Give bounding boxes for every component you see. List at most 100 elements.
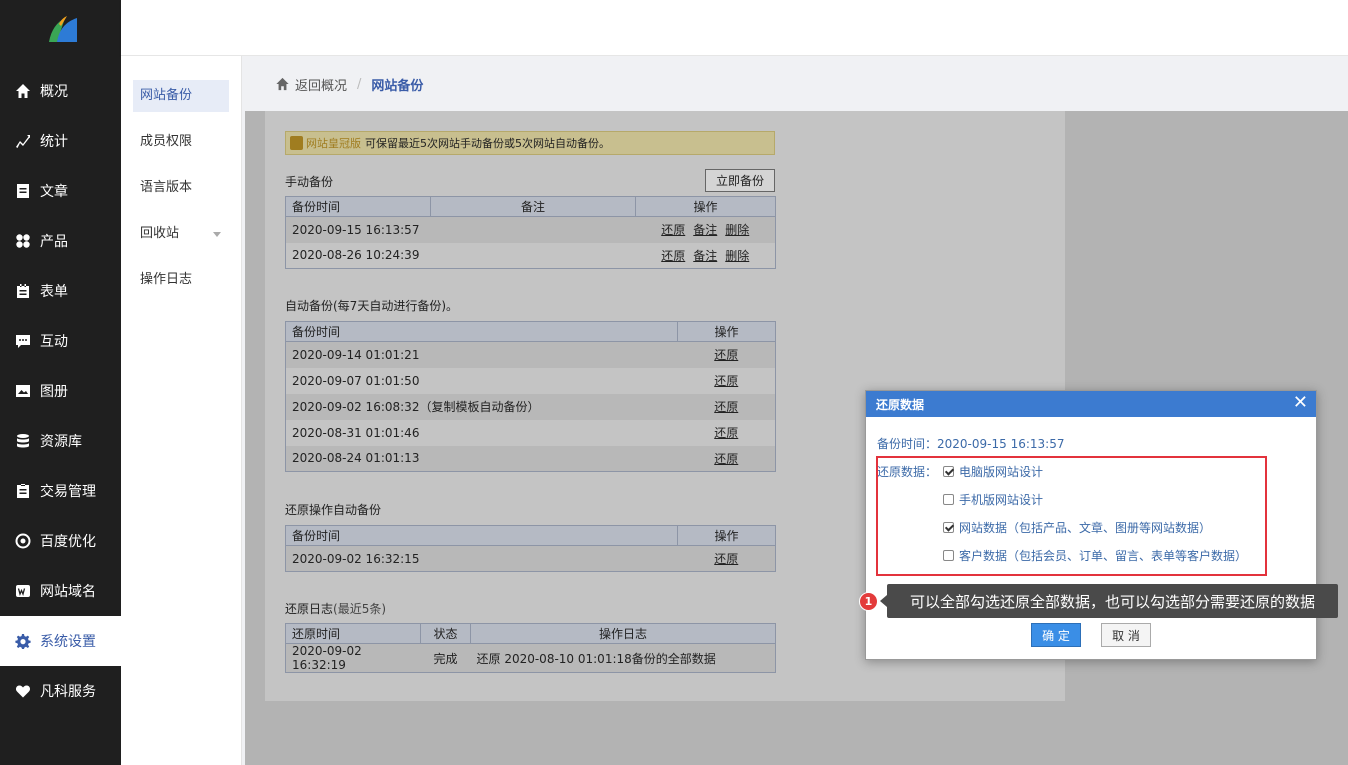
table-row: 2020-08-26 10:24:39 还原 备注 删除	[286, 243, 776, 269]
restore-link[interactable]: 还原	[714, 348, 738, 362]
table-row: 2020-09-02 16:32:19 完成 还原 2020-08-10 01:…	[285, 643, 776, 673]
back-label: 返回概况	[295, 78, 348, 94]
nav-item-label: 产品	[40, 234, 68, 250]
backup-now-button[interactable]: 立即备份	[705, 169, 775, 192]
restore-log-text: 还原 2020-08-10 01:01:18备份的全部数据	[470, 643, 776, 673]
manual-backup-title: 手动备份	[285, 175, 334, 189]
restore-link[interactable]: 还原	[714, 552, 738, 566]
nav-item-label: 图册	[40, 384, 68, 400]
breadcrumb-separator: /	[357, 76, 362, 92]
subnav-item-backup[interactable]: 网站备份	[133, 80, 229, 112]
main-nav: 概况 统计 文章 产品 表单 互动 图册 资源库 交易管理 百度优化 网站域名	[0, 0, 121, 765]
nav-item-label: 凡科服务	[40, 684, 96, 700]
nav-item-label: 概况	[40, 84, 68, 100]
nav-item-form[interactable]: 表单	[0, 266, 121, 316]
cancel-button[interactable]: 取 消	[1101, 623, 1151, 647]
subnav-label: 网站备份	[140, 88, 193, 103]
col-header: 备份时间	[285, 321, 678, 342]
restore-link[interactable]: 还原	[661, 223, 685, 237]
nav-item-stats[interactable]: 统计	[0, 116, 121, 166]
form-icon	[14, 282, 32, 300]
col-header: 备份时间	[285, 196, 431, 217]
restore-auto-title: 还原操作自动备份	[285, 503, 382, 517]
subnav-label: 回收站	[140, 226, 180, 241]
backup-time-value: 2020-09-15 16:13:57	[937, 437, 1065, 451]
vip-notice: 网站皇冠版 可保留最近5次网站手动备份或5次网站自动备份。	[285, 131, 775, 155]
dialog-header: 还原数据 ✕	[866, 391, 1316, 417]
col-header: 操作	[635, 196, 776, 217]
restore-link[interactable]: 还原	[714, 374, 738, 388]
back-link[interactable]: 返回概况	[275, 75, 347, 94]
table-row: 2020-08-31 01:01:46 还原	[286, 420, 776, 446]
restore-log-title-main: 还原日志	[285, 602, 334, 616]
subnav-item-language[interactable]: 语言版本	[133, 172, 229, 204]
backup-time: 2020-08-31 01:01:46	[292, 425, 420, 440]
album-icon	[14, 382, 32, 400]
nav-item-label: 百度优化	[40, 534, 96, 550]
trade-icon	[14, 482, 32, 500]
home-icon	[276, 77, 289, 91]
manual-backup-table: 备份时间 备注 操作 2020-09-15 16:13:57 还原 备注 删除 20…	[285, 196, 776, 269]
highlight-box	[876, 456, 1267, 576]
seo-icon	[14, 532, 32, 550]
nav-item-product[interactable]: 产品	[0, 216, 121, 266]
notice-text: 可保留最近5次网站手动备份或5次网站自动备份。	[365, 137, 610, 150]
nav-item-trade[interactable]: 交易管理	[0, 466, 121, 516]
hint-tooltip: 可以全部勾选还原全部数据，也可以勾选部分需要还原的数据	[880, 584, 1338, 618]
gear-icon	[14, 632, 32, 650]
breadcrumb-current: 网站备份	[371, 78, 424, 94]
restore-log-title-note: (最近5条)	[333, 602, 387, 616]
chevron-down-icon	[213, 232, 221, 237]
note-link[interactable]: 备注	[693, 249, 717, 263]
nav-item-label: 文章	[40, 184, 68, 200]
backup-time-line: 备份时间：2020-09-15 16:13:57	[877, 435, 1064, 452]
backup-time: 2020-09-02 16:32:15	[285, 545, 678, 572]
delete-link[interactable]: 删除	[725, 223, 749, 237]
nav-item-domain[interactable]: 网站域名	[0, 566, 121, 616]
subnav-item-members[interactable]: 成员权限	[133, 126, 229, 158]
close-icon[interactable]: ✕	[1293, 394, 1308, 412]
restore-auto-table: 备份时间 操作 2020-09-02 16:32:15 还原	[285, 525, 776, 572]
nav-item-settings[interactable]: 系统设置	[0, 616, 121, 666]
nav-item-service[interactable]: 凡科服务	[0, 666, 121, 716]
col-header: 还原时间	[285, 623, 421, 644]
step-badge: 1	[859, 592, 878, 611]
col-header: 状态	[420, 623, 471, 644]
nav-item-resources[interactable]: 资源库	[0, 416, 121, 466]
nav-item-interact[interactable]: 互动	[0, 316, 121, 366]
nav-item-label: 互动	[40, 334, 68, 350]
logo-icon	[48, 16, 77, 42]
domain-icon	[14, 582, 32, 600]
dialog-title: 还原数据	[876, 397, 925, 412]
nav-item-label: 网站域名	[40, 584, 96, 600]
nav-item-article[interactable]: 文章	[0, 166, 121, 216]
note-link[interactable]: 备注	[693, 223, 717, 237]
nav-item-label: 表单	[40, 284, 68, 300]
crown-icon	[290, 136, 303, 150]
subnav-item-log[interactable]: 操作日志	[133, 264, 229, 296]
nav-item-overview[interactable]: 概况	[0, 66, 121, 116]
restore-link[interactable]: 还原	[661, 249, 685, 263]
nav-item-album[interactable]: 图册	[0, 366, 121, 416]
col-header: 操作	[677, 321, 776, 342]
table-row: 2020-09-14 01:01:21 还原	[285, 341, 776, 368]
restore-link[interactable]: 还原	[714, 400, 738, 414]
col-header: 备注	[430, 196, 636, 217]
restore-link[interactable]: 还原	[714, 452, 738, 466]
subnav-label: 成员权限	[140, 134, 193, 149]
backup-time: 2020-08-26 10:24:39	[292, 248, 420, 263]
backup-time: 2020-09-14 01:01:21	[285, 341, 678, 368]
nav-item-seo[interactable]: 百度优化	[0, 516, 121, 566]
heart-icon	[14, 682, 32, 700]
auto-backup-title: 自动备份(每7天自动进行备份)。	[285, 299, 458, 313]
delete-link[interactable]: 删除	[725, 249, 749, 263]
subnav-label: 操作日志	[140, 272, 193, 287]
database-icon	[14, 432, 32, 450]
subnav-item-recycle[interactable]: 回收站	[133, 218, 229, 250]
nav-item-label: 统计	[40, 134, 68, 150]
sub-nav: 网站备份 成员权限 语言版本 回收站 操作日志	[121, 56, 242, 765]
logo[interactable]	[0, 0, 121, 60]
nav-item-label: 资源库	[40, 434, 82, 450]
restore-link[interactable]: 还原	[714, 426, 738, 440]
confirm-button[interactable]: 确 定	[1031, 623, 1081, 647]
